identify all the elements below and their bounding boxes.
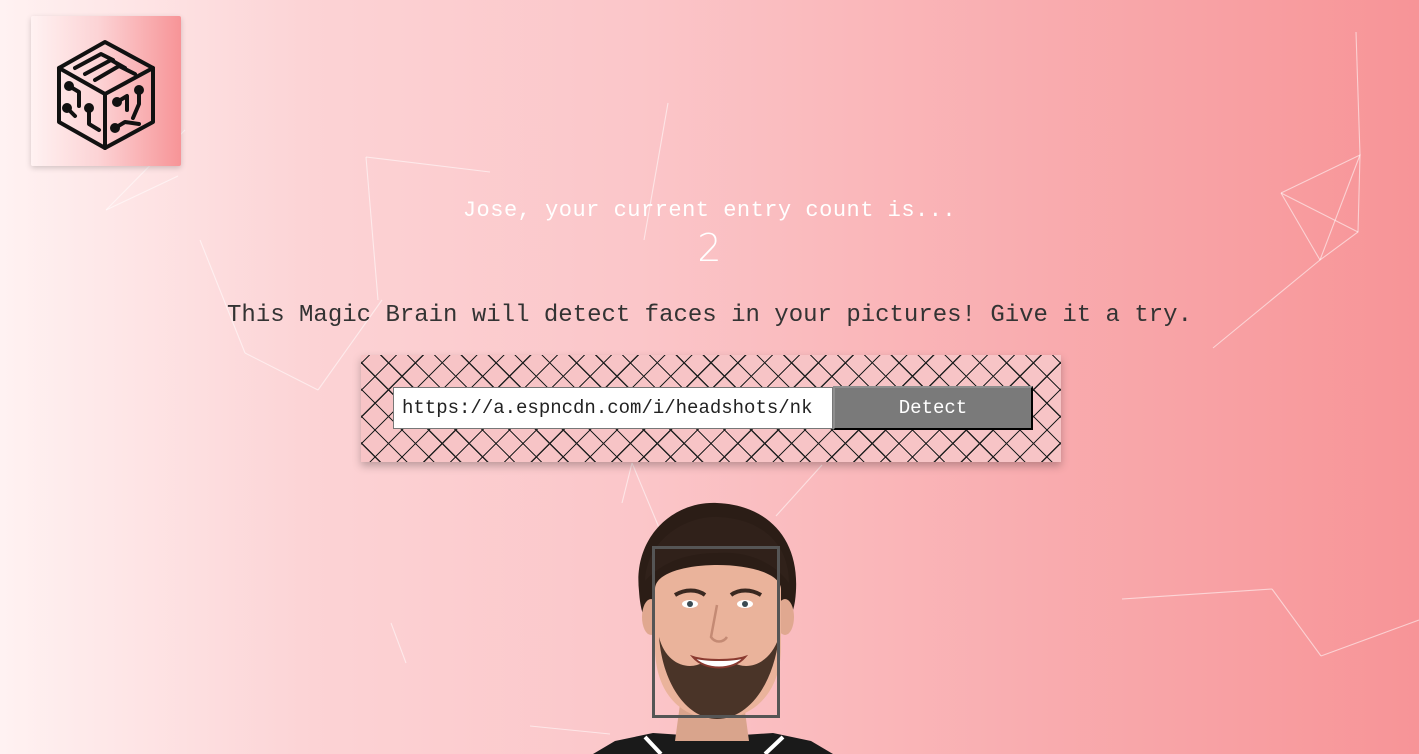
entry-count-value: 2 bbox=[697, 226, 722, 270]
image-url-input[interactable] bbox=[393, 387, 833, 429]
result-image-container bbox=[593, 497, 833, 754]
image-url-form: Detect bbox=[361, 355, 1061, 462]
entry-count-greeting: Jose, your current entry count is... bbox=[462, 198, 957, 223]
detect-button[interactable]: Detect bbox=[833, 386, 1033, 430]
app-tagline: This Magic Brain will detect faces in yo… bbox=[227, 302, 1192, 329]
face-bounding-box bbox=[652, 546, 780, 718]
app-logo bbox=[31, 16, 181, 166]
brain-circuit-cube-icon bbox=[57, 40, 155, 150]
